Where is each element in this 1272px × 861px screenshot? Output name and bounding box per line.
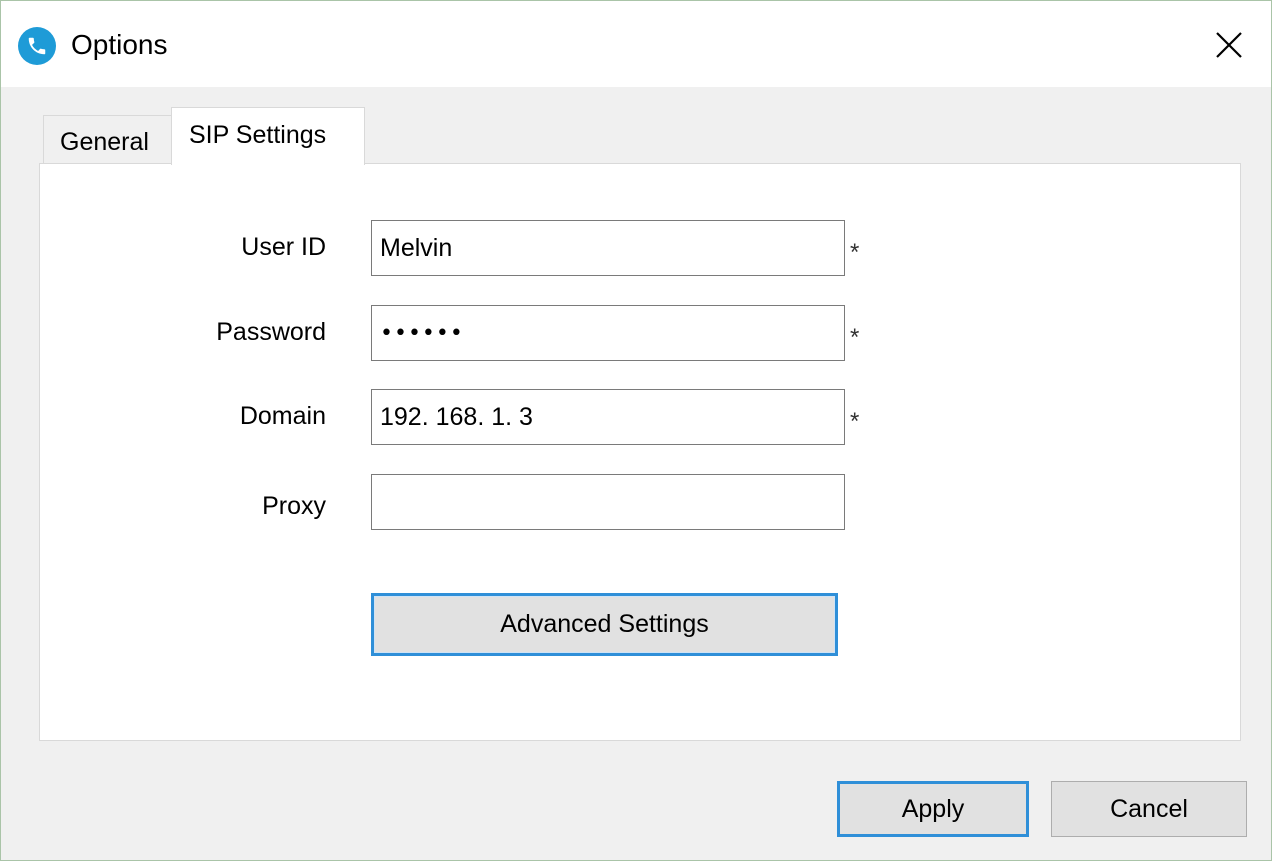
apply-button[interactable]: Apply — [837, 781, 1029, 837]
close-button[interactable] — [1201, 19, 1257, 71]
proxy-label: Proxy — [262, 492, 326, 520]
domain-required-mark: * — [850, 408, 860, 435]
password-input[interactable] — [371, 305, 845, 361]
options-dialog: Options General SIP Settings User ID * P… — [0, 0, 1272, 861]
password-required-mark: * — [850, 324, 860, 351]
user-id-required-mark: * — [850, 239, 860, 266]
phone-icon — [18, 27, 56, 65]
close-icon — [1216, 32, 1242, 58]
title-bar: Options — [1, 1, 1271, 87]
user-id-input[interactable] — [371, 220, 845, 276]
window-title: Options — [71, 29, 168, 60]
domain-label: Domain — [239, 402, 326, 430]
password-label: Password — [216, 318, 326, 346]
cancel-button[interactable]: Cancel — [1051, 781, 1247, 837]
tab-general[interactable]: General — [43, 115, 173, 163]
domain-input[interactable] — [371, 389, 845, 445]
proxy-input[interactable] — [371, 474, 845, 530]
tab-sip-settings[interactable]: SIP Settings — [171, 107, 365, 165]
advanced-settings-button[interactable]: Advanced Settings — [371, 593, 838, 656]
sip-settings-panel: User ID * Password * Domain * Proxy Adva… — [39, 163, 1241, 741]
user-id-label: User ID — [241, 233, 326, 261]
